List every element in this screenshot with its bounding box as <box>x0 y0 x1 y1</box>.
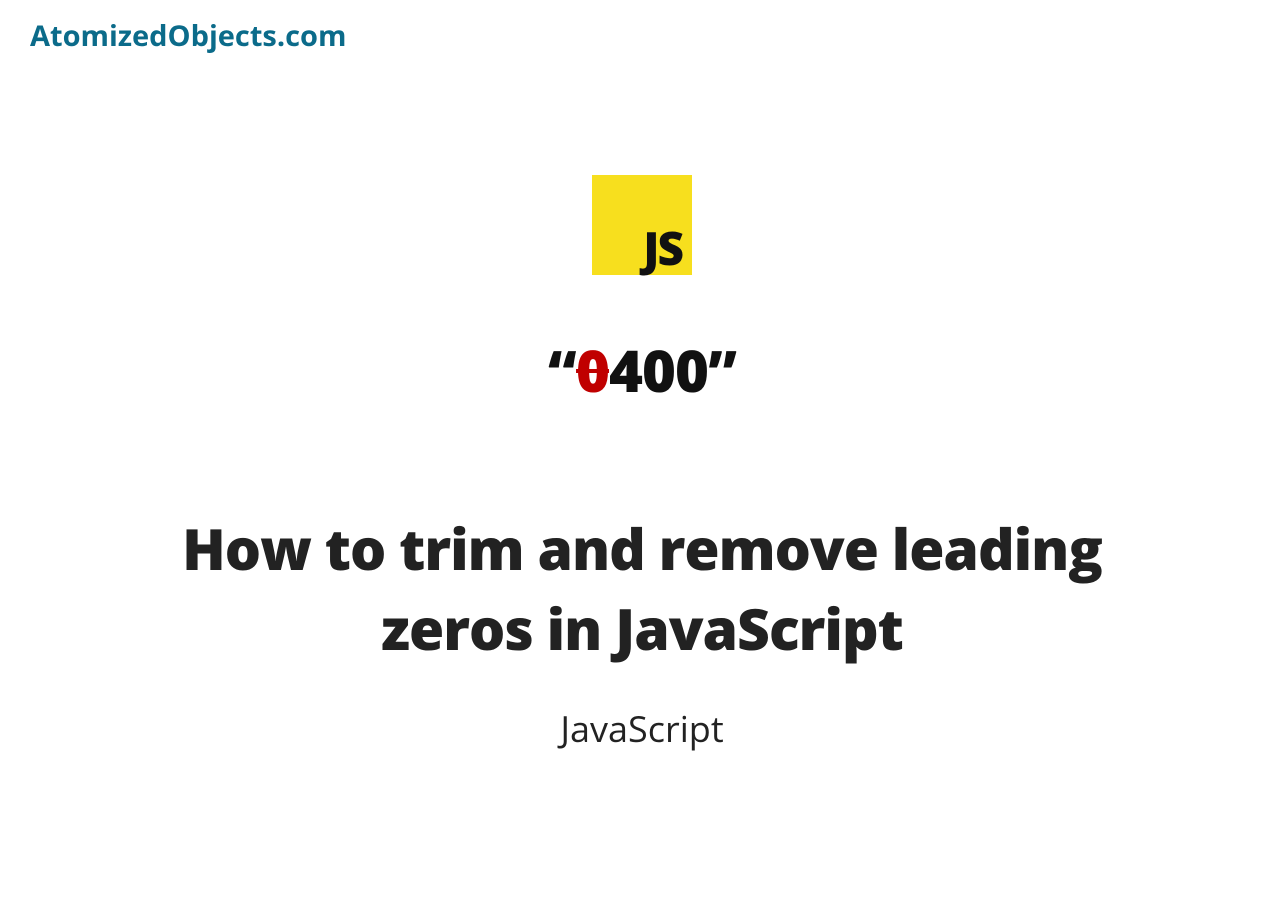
site-name-link[interactable]: AtomizedObjects.com <box>30 16 346 55</box>
category-label: JavaScript <box>560 704 723 753</box>
code-example: “0400” <box>548 330 736 409</box>
main-content: JS “0400” How to trim and remove leading… <box>0 175 1284 753</box>
example-rest: 400 <box>609 330 708 409</box>
javascript-logo-icon: JS <box>592 175 692 275</box>
quote-close: ” <box>708 330 736 409</box>
js-logo-text: JS <box>643 225 682 271</box>
quote-open: “ <box>548 330 576 409</box>
article-title: How to trim and remove leading zeros in … <box>142 509 1142 669</box>
struck-zero: 0 <box>576 330 609 409</box>
